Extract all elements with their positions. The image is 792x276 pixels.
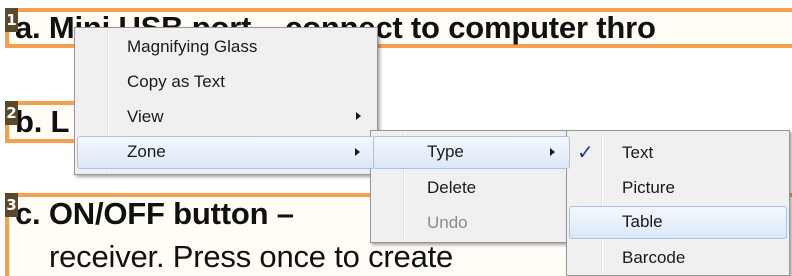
menu-item-view[interactable]: View [77,100,375,133]
menu-item-text[interactable]: ✓ Text [569,136,787,169]
menu-item-label: Picture [622,178,675,197]
submenu-arrow-icon [355,148,360,156]
menu-item-magnifying-glass[interactable]: Magnifying Glass [77,30,375,63]
menu-item-barcode[interactable]: Barcode [569,241,787,274]
menu-item-label: Delete [427,178,477,197]
menu-item-type[interactable]: Type [373,136,570,169]
menu-item-table[interactable]: Table [569,206,787,239]
menu-item-label: Type [427,142,464,161]
menu-item-label: Zone [127,142,166,161]
menu-item-picture[interactable]: Picture [569,171,787,204]
menu-item-label: Undo [427,213,468,232]
submenu-arrow-icon [356,112,361,120]
menu-item-label: View [127,107,164,126]
menu-item-copy-as-text[interactable]: Copy as Text [77,65,375,98]
menu-item-label: Barcode [622,248,686,267]
menu-item-label: Table [622,212,663,231]
menu-item-label: Copy as Text [127,72,225,91]
menu-item-undo[interactable]: Undo [373,206,570,239]
menu-item-label: Magnifying Glass [127,37,258,56]
zone-1-number-badge: 1 [5,8,18,32]
zone-3-number-badge: 3 [5,193,18,217]
context-menu: Magnifying Glass Copy as Text View Zone [74,27,378,175]
zone-submenu: Type Delete Undo [370,130,573,243]
zone-2-text: b. L [15,104,70,139]
type-submenu: ✓ Text Picture Table Barcode [566,130,790,276]
menu-item-delete[interactable]: Delete [373,171,570,204]
menu-item-zone[interactable]: Zone [77,136,375,169]
menu-item-label: Text [622,143,654,162]
zone-3-text-line-1: c. ON/OFF button – [15,196,294,231]
zone-2-number-badge: 2 [5,101,18,125]
checkmark-icon: ✓ [577,140,594,164]
zone-3-text-line-2: receiver. Press once to create [49,239,454,274]
submenu-arrow-icon [550,148,555,156]
